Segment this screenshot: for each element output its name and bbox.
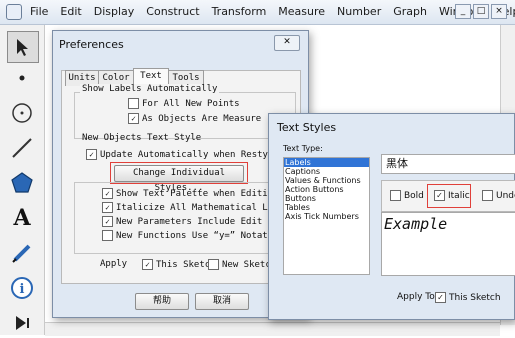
restore-button[interactable]: □	[473, 4, 489, 19]
compass-icon[interactable]	[7, 98, 37, 128]
highlight-change-styles	[110, 162, 248, 184]
close-button[interactable]: ×	[491, 4, 507, 19]
menu-edit[interactable]: Edit	[54, 5, 87, 18]
toolbox: A i	[0, 25, 45, 335]
preferences-tab-pane: Units Color Text Tools Show Labels Autom…	[61, 68, 306, 284]
for-all-new-points-box[interactable]	[128, 98, 139, 109]
update-auto-box[interactable]: ✓	[86, 149, 97, 160]
new-objects-heading: New Objects Text Style	[82, 133, 202, 143]
menu-bar: File Edit Display Construct Transform Me…	[0, 0, 515, 25]
arrow-select-icon[interactable]	[7, 31, 39, 63]
text-tool-icon[interactable]: A	[7, 203, 37, 233]
list-item[interactable]: Tables	[284, 203, 369, 212]
as-objects-measure-label: As Objects Are Measure	[142, 113, 262, 124]
text-styles-this-sketch-box[interactable]: ✓	[435, 292, 446, 303]
text-styles-dialog: Text Styles Text Type: Labels Captions V…	[268, 113, 515, 320]
underline-checkbox[interactable]: Unde	[482, 190, 515, 201]
menu-measure[interactable]: Measure	[272, 5, 331, 18]
for-all-new-points-checkbox[interactable]: For All New Points	[128, 98, 240, 109]
menu-items: File Edit Display Construct Transform Me…	[24, 5, 515, 18]
show-text-palette-box[interactable]: ✓	[102, 188, 113, 199]
show-labels-heading: Show Labels Automatically	[80, 84, 220, 94]
bold-box[interactable]	[390, 190, 401, 201]
new-functions-box[interactable]	[102, 230, 113, 241]
italicize-checkbox[interactable]: ✓ Italicize All Mathematical Labels	[102, 202, 295, 213]
point-icon[interactable]	[7, 63, 37, 93]
marker-icon[interactable]	[7, 238, 37, 268]
list-item[interactable]: Buttons	[284, 194, 369, 203]
this-sketch-box[interactable]: ✓	[142, 259, 153, 270]
custom-tool-icon[interactable]	[7, 308, 37, 338]
preferences-title: Preferences	[59, 38, 124, 51]
list-item[interactable]: Labels	[284, 158, 369, 167]
preview-text: Example	[384, 215, 448, 233]
this-sketch-checkbox[interactable]: ✓ This Sketch	[142, 259, 216, 270]
text-type-label: Text Type:	[283, 144, 323, 153]
italicize-box[interactable]: ✓	[102, 202, 113, 213]
as-objects-measure-box[interactable]: ✓	[128, 113, 139, 124]
preferences-close-button[interactable]: ✕	[274, 35, 300, 51]
list-item[interactable]: Action Buttons	[284, 185, 369, 194]
apply-label: Apply	[100, 259, 128, 269]
cancel-button[interactable]: 取消	[195, 293, 249, 310]
new-parameters-box[interactable]: ✓	[102, 216, 113, 227]
apply-to-label: Apply To:	[397, 292, 438, 302]
for-all-new-points-label: For All New Points	[142, 98, 240, 109]
underline-box[interactable]	[482, 190, 493, 201]
text-styles-title: Text Styles	[277, 121, 337, 134]
preview-area: Example	[381, 212, 515, 276]
menu-transform[interactable]: Transform	[206, 5, 273, 18]
straightedge-icon[interactable]	[7, 133, 37, 163]
text-styles-this-sketch-checkbox[interactable]: ✓ This Sketch	[435, 292, 501, 303]
new-functions-label: New Functions Use “y=” Notat	[116, 230, 268, 241]
help-button[interactable]: 帮助	[135, 293, 189, 310]
polygon-icon[interactable]	[7, 168, 37, 198]
menu-construct[interactable]: Construct	[140, 5, 205, 18]
menu-number[interactable]: Number	[331, 5, 387, 18]
bold-label: Bold	[404, 190, 424, 201]
highlight-italic	[427, 184, 471, 208]
text-type-list[interactable]: Labels Captions Values & Functions Actio…	[283, 157, 370, 275]
menu-file[interactable]: File	[24, 5, 54, 18]
menu-graph[interactable]: Graph	[387, 5, 433, 18]
horizontal-scrollbar[interactable]	[45, 322, 500, 336]
window-controls: _ □ ×	[455, 4, 507, 19]
underline-label: Unde	[496, 190, 515, 201]
list-item[interactable]: Captions	[284, 167, 369, 176]
new-parameters-checkbox[interactable]: ✓ New Parameters Include Edit Boxes	[102, 216, 295, 227]
menu-display[interactable]: Display	[88, 5, 141, 18]
as-objects-measure-checkbox[interactable]: ✓ As Objects Are Measure	[128, 113, 261, 124]
bold-checkbox[interactable]: Bold	[390, 190, 424, 201]
new-sketches-box[interactable]	[208, 259, 219, 270]
minimize-button[interactable]: _	[455, 4, 471, 19]
information-icon[interactable]: i	[7, 273, 37, 303]
this-sketch-label: This Sketch	[156, 259, 216, 270]
list-item[interactable]: Values & Functions	[284, 176, 369, 185]
font-name-field[interactable]: 黑体	[381, 154, 515, 174]
app-icon[interactable]	[6, 4, 22, 20]
svg-text:i: i	[20, 282, 25, 297]
list-item[interactable]: Axis Tick Numbers	[284, 212, 369, 221]
text-styles-this-sketch-label: This Sketch	[449, 292, 501, 303]
new-functions-checkbox[interactable]: New Functions Use “y=” Notat	[102, 230, 268, 241]
